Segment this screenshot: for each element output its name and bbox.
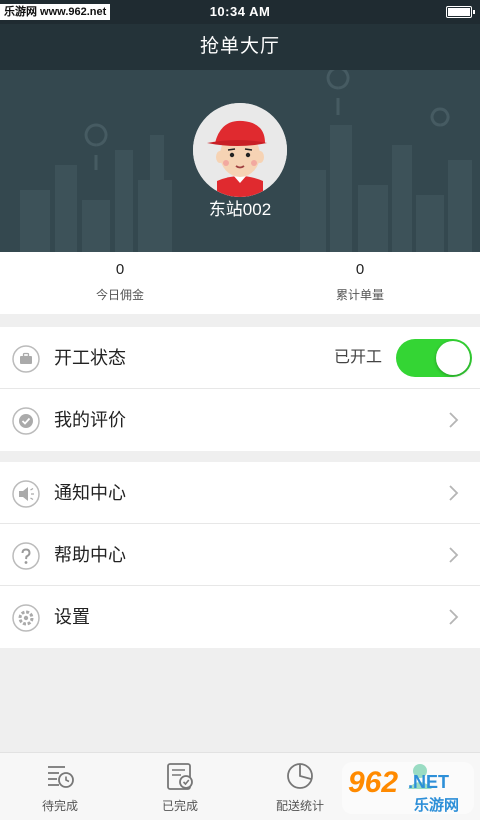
svg-text:乐游网: 乐游网	[414, 796, 459, 814]
stat-commission: 0 今日佣金	[0, 260, 240, 303]
list-clock-icon	[48, 766, 74, 788]
pie-chart-icon	[287, 763, 313, 789]
gear-icon	[12, 604, 40, 632]
clock: 10:34 AM	[209, 4, 271, 19]
menu-item-my-reviews[interactable]: 我的评价	[0, 389, 480, 451]
svg-text:962: 962	[348, 766, 398, 799]
menu-group-support: 通知中心 帮助中心 设置	[0, 462, 480, 648]
profile-header: 东站002	[0, 70, 480, 252]
stat-total-orders: 0 累计单量	[240, 260, 480, 303]
chevron-right-icon	[449, 485, 459, 501]
menu-item-label: 设置	[54, 607, 90, 627]
work-status-toggle[interactable]	[396, 339, 472, 377]
toggle-knob	[436, 341, 470, 375]
nav-bar: 抢单大厅	[0, 24, 480, 70]
page-title: 抢单大厅	[199, 36, 280, 57]
tab-label: 已完成	[161, 799, 198, 813]
battery-icon	[446, 6, 475, 18]
stats-panel: 0 今日佣金 0 累计单量	[0, 252, 480, 314]
tab-completed[interactable]: 已完成	[120, 753, 240, 820]
status-bar: 乐游网 www.962.net 10:34 AM	[0, 0, 480, 24]
stat-label: 累计单量	[335, 288, 384, 302]
tab-label: 待完成	[41, 799, 78, 813]
tab-pending[interactable]: 待完成	[0, 753, 120, 820]
site-watermark-logo: 962 .NET 乐游网	[342, 762, 474, 814]
username: 东站002	[208, 200, 272, 219]
menu-item-work-status: 开工状态 已开工	[0, 327, 480, 389]
menu-item-label: 帮助中心	[54, 545, 126, 565]
menu-item-settings[interactable]: 设置	[0, 586, 480, 648]
avatar[interactable]	[193, 103, 287, 197]
work-status-text: 已开工	[333, 349, 382, 366]
menu-item-label: 我的评价	[54, 410, 126, 430]
menu-item-help[interactable]: 帮助中心	[0, 524, 480, 586]
menu-item-label: 开工状态	[54, 348, 126, 368]
check-badge-icon	[12, 407, 40, 435]
list-check-icon	[167, 763, 193, 790]
chevron-right-icon	[449, 609, 459, 625]
stat-value: 0	[355, 261, 365, 278]
speaker-icon	[12, 480, 40, 508]
courier-avatar	[193, 103, 287, 197]
menu-item-label: 通知中心	[54, 483, 126, 503]
briefcase-icon	[12, 345, 40, 373]
svg-text:.NET: .NET	[408, 772, 449, 792]
menu-item-notifications[interactable]: 通知中心	[0, 462, 480, 524]
chevron-right-icon	[449, 547, 459, 563]
stat-label: 今日佣金	[95, 288, 144, 302]
question-icon	[12, 542, 40, 570]
stat-value: 0	[115, 261, 125, 278]
chevron-right-icon	[449, 412, 459, 428]
menu-group-work: 开工状态 已开工 我的评价	[0, 327, 480, 451]
